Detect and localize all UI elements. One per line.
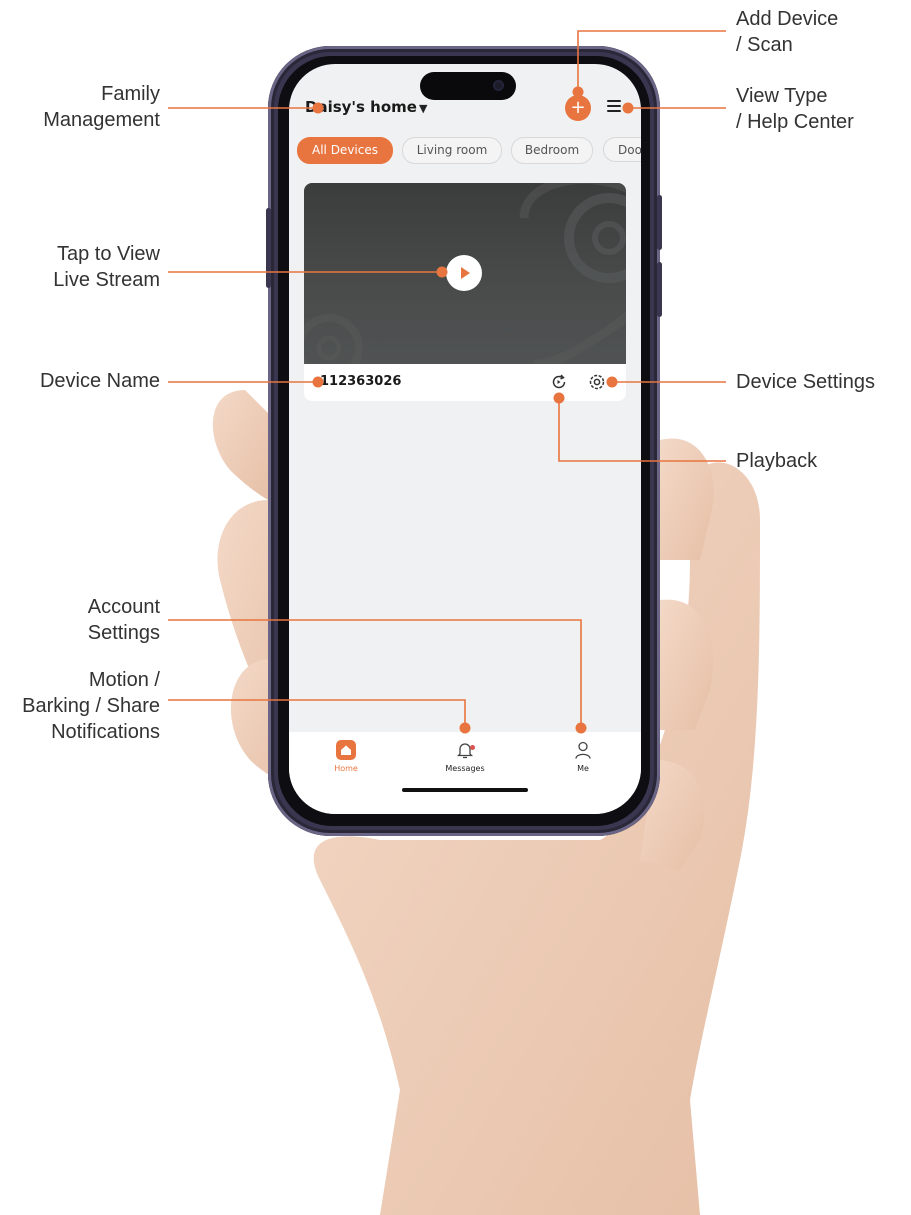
callout-playback: Playback	[736, 450, 818, 472]
callout-family-management: Family Management	[43, 83, 160, 131]
callout-device-settings: Device Settings	[736, 371, 875, 393]
callout-device-name: Device Name	[39, 370, 160, 392]
callout-tap-to-view: Tap to View Live Stream	[53, 243, 160, 291]
product-diagram: Daisy's home ▼ + All Devices Living room…	[0, 0, 911, 1215]
callout-add-device: Add Device / Scan	[736, 8, 839, 56]
callout-notifications: Motion / Barking / Share Notifications	[22, 669, 160, 743]
callout-view-type: View Type / Help Center	[736, 85, 854, 133]
callout-account-settings: Account Settings	[87, 596, 160, 644]
